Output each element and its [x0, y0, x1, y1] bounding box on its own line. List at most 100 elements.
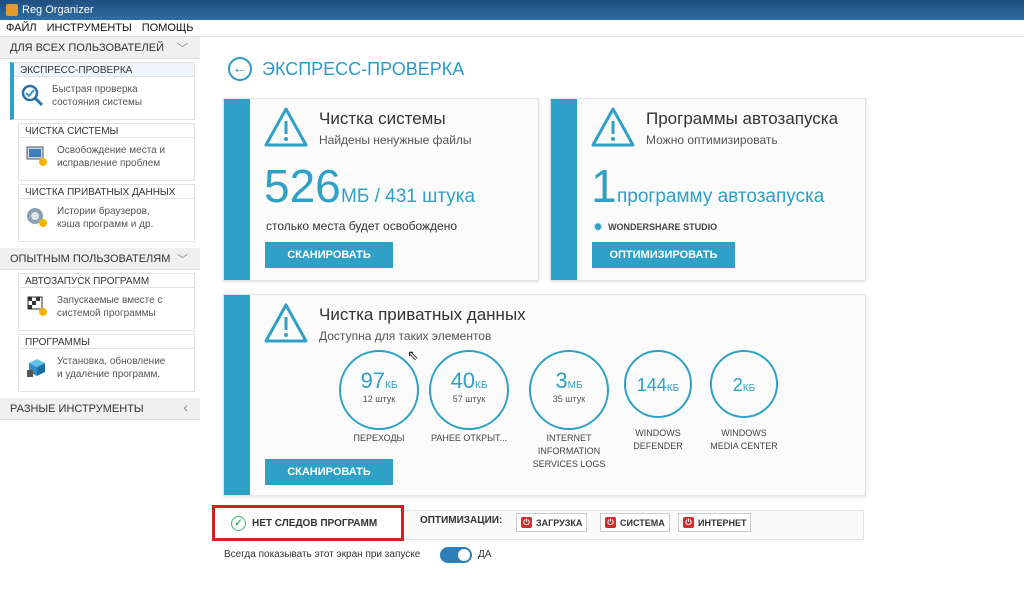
- privacy-item-value: 144: [636, 375, 667, 395]
- privacy-item-unit: КБ: [666, 383, 680, 394]
- privacy-item-value: 97: [360, 368, 386, 393]
- autorun-flag-icon: [27, 296, 47, 316]
- optimize-button[interactable]: ОПТИМИЗИРОВАТЬ: [592, 242, 735, 268]
- main-content: ← ЭКСПРЕСС-ПРОВЕРКА Чистка системы Найде…: [200, 37, 1024, 613]
- section-title: РАЗНЫЕ ИНСТРУМЕНТЫ: [10, 402, 144, 415]
- privacy-item-circle[interactable]: 40КБ 57 штук: [429, 350, 509, 430]
- privacy-item-value: 40: [450, 368, 476, 393]
- system-scan-button[interactable]: СКАНИРОВАТЬ: [265, 242, 393, 268]
- power-icon: ⏻: [605, 517, 616, 528]
- sidebar-section-advanced-users[interactable]: ОПЫТНЫМ ПОЛЬЗОВАТЕЛЯМ ﹀: [0, 248, 200, 270]
- system-clean-title: Чистка системы: [319, 109, 446, 128]
- sidebar-item-programs[interactable]: ПРОГРАММЫ Установка, обновление и удалени…: [18, 334, 195, 392]
- sidebar-item-privacy-clean[interactable]: ЧИСТКА ПРИВАТНЫХ ДАННЫХ Истории браузеро…: [18, 184, 195, 242]
- sidebar-item-desc: кэша программ и др.: [57, 219, 154, 230]
- sidebar-section-misc-tools[interactable]: РАЗНЫЕ ИНСТРУМЕНТЫ ‹: [0, 398, 200, 420]
- mouse-cursor-icon: ⇖: [407, 347, 419, 363]
- magnifier-check-icon: [21, 84, 44, 107]
- sidebar-item-desc: исправление проблем: [57, 158, 161, 169]
- panel-stripe: [551, 99, 577, 280]
- autorun-subtitle: Можно оптимизировать: [646, 133, 778, 147]
- sidebar-item-desc: Запускаемые вместе с: [57, 295, 163, 306]
- privacy-item-count: 57 штук: [452, 394, 486, 404]
- gear-icon: ✹: [593, 220, 604, 234]
- chevron-left-icon: ‹: [183, 399, 188, 415]
- warning-icon: [264, 303, 308, 343]
- privacy-item-value: 2: [732, 375, 743, 395]
- autorun-app: ✹ WONDERSHARE STUDIO: [593, 220, 717, 234]
- privacy-item-circle[interactable]: 2КБ: [710, 350, 778, 418]
- system-clean-value: 526: [264, 160, 341, 212]
- always-show-toggle[interactable]: [440, 547, 472, 563]
- autorun-value: 1: [591, 160, 617, 212]
- privacy-scan-button[interactable]: СКАНИРОВАТЬ: [265, 459, 393, 485]
- system-clean-panel: Чистка системы Найдены ненужные файлы 52…: [223, 98, 539, 281]
- always-show-label: Всегда показывать этот экран при запуске: [224, 549, 421, 560]
- autorun-unit: программу автозапуска: [617, 186, 825, 207]
- menu-file[interactable]: ФАЙЛ: [6, 22, 37, 34]
- system-clean-unit: МБ / 431 штука: [341, 186, 476, 207]
- sidebar-item-title: ЭКСПРЕСС-ПРОВЕРКА: [14, 63, 194, 77]
- privacy-item-unit: КБ: [742, 383, 756, 394]
- privacy-clean-icon: [27, 208, 47, 227]
- chevron-down-icon: ﹀: [177, 43, 188, 55]
- privacy-item-count: 35 штук: [552, 394, 586, 404]
- window-title: Reg Organizer: [22, 4, 94, 16]
- panel-stripe: [224, 295, 250, 495]
- sidebar-item-title: ЧИСТКА СИСТЕМЫ: [19, 124, 194, 138]
- autorun-title: Программы автозапуска: [646, 109, 839, 128]
- privacy-item-circle[interactable]: 3МБ 35 штук: [529, 350, 609, 430]
- opt-internet-button[interactable]: ⏻ ИНТЕРНЕТ: [678, 513, 752, 532]
- privacy-item-unit: МБ: [567, 380, 583, 391]
- opt-label: ЗАГРУЗКА: [536, 517, 583, 528]
- programs-box-icon: [27, 359, 45, 377]
- privacy-item-unit: КБ: [475, 380, 488, 391]
- autorun-app-name: WONDERSHARE STUDIO: [608, 222, 718, 232]
- no-traces-button[interactable]: ✓ НЕТ СЛЕДОВ ПРОГРАММ: [212, 505, 404, 541]
- optimizations-label: ОПТИМИЗАЦИИ:: [420, 515, 503, 526]
- panel-stripe: [224, 99, 250, 280]
- no-traces-label: НЕТ СЛЕДОВ ПРОГРАММ: [252, 517, 378, 529]
- system-clean-icon: [26, 146, 47, 166]
- sidebar-item-desc: состояния системы: [52, 97, 143, 108]
- sidebar-section-all-users[interactable]: ДЛЯ ВСЕХ ПОЛЬЗОВАТЕЛЕЙ ﹀: [0, 37, 200, 59]
- privacy-item-value: 3: [555, 368, 568, 393]
- check-circle-icon: ✓: [231, 515, 246, 531]
- sidebar-item-express-check[interactable]: ЭКСПРЕСС-ПРОВЕРКА Быстрая проверка состоя…: [10, 62, 195, 120]
- power-icon: ⏻: [683, 517, 694, 528]
- opt-system-button[interactable]: ⏻ СИСТЕМА: [600, 513, 670, 532]
- sidebar-item-desc: Истории браузеров,: [57, 206, 150, 217]
- opt-label: ИНТЕРНЕТ: [698, 517, 747, 528]
- privacy-title: Чистка приватных данных: [319, 305, 526, 324]
- toggle-label: ДА: [478, 549, 492, 560]
- sidebar-item-desc: системой программы: [57, 308, 156, 319]
- menu-tools[interactable]: ИНСТРУМЕНТЫ: [47, 22, 132, 34]
- toggle-knob: [458, 549, 470, 561]
- opt-boot-button[interactable]: ⏻ ЗАГРУЗКА: [516, 513, 588, 532]
- sidebar-item-system-clean[interactable]: ЧИСТКА СИСТЕМЫ Освобождение места и испра…: [18, 123, 195, 181]
- warning-icon: [591, 107, 635, 147]
- sidebar-item-desc: Быстрая проверка: [52, 84, 138, 95]
- back-arrow-icon[interactable]: ←: [228, 57, 252, 81]
- privacy-item-circle[interactable]: 144КБ: [624, 350, 692, 418]
- chevron-down-icon: ﹀: [177, 254, 188, 266]
- privacy-item-unit: КБ: [385, 380, 398, 391]
- title-bar: Reg Organizer: [0, 0, 1024, 20]
- privacy-subtitle: Доступна для таких элементов: [319, 329, 492, 343]
- warning-icon: [264, 107, 308, 147]
- privacy-item-count: 12 штук: [362, 394, 396, 404]
- sidebar-item-desc: и удаление программ.: [57, 369, 161, 380]
- menu-help[interactable]: ПОМОЩЬ: [142, 22, 194, 34]
- sidebar-item-desc: Установка, обновление: [57, 356, 166, 367]
- sidebar-item-title: ПРОГРАММЫ: [19, 335, 194, 349]
- section-title: ОПЫТНЫМ ПОЛЬЗОВАТЕЛЯМ: [10, 252, 171, 265]
- sidebar-item-title: АВТОЗАПУСК ПРОГРАММ: [19, 274, 194, 288]
- menu-bar: ФАЙЛ ИНСТРУМЕНТЫ ПОМОЩЬ: [0, 20, 1024, 37]
- sidebar: ДЛЯ ВСЕХ ПОЛЬЗОВАТЕЛЕЙ ﹀ ЭКСПРЕСС-ПРОВЕР…: [0, 37, 200, 613]
- system-clean-note: столько места будет освобождено: [266, 219, 458, 233]
- page-title: ЭКСПРЕСС-ПРОВЕРКА: [262, 59, 465, 79]
- privacy-clean-panel: Чистка приватных данных Доступна для так…: [223, 294, 866, 496]
- sidebar-item-autorun[interactable]: АВТОЗАПУСК ПРОГРАММ Запускаемые вместе с…: [18, 273, 195, 331]
- privacy-item-label: WINDOWS MEDIA CENTER: [710, 428, 778, 451]
- app-icon: [6, 4, 18, 16]
